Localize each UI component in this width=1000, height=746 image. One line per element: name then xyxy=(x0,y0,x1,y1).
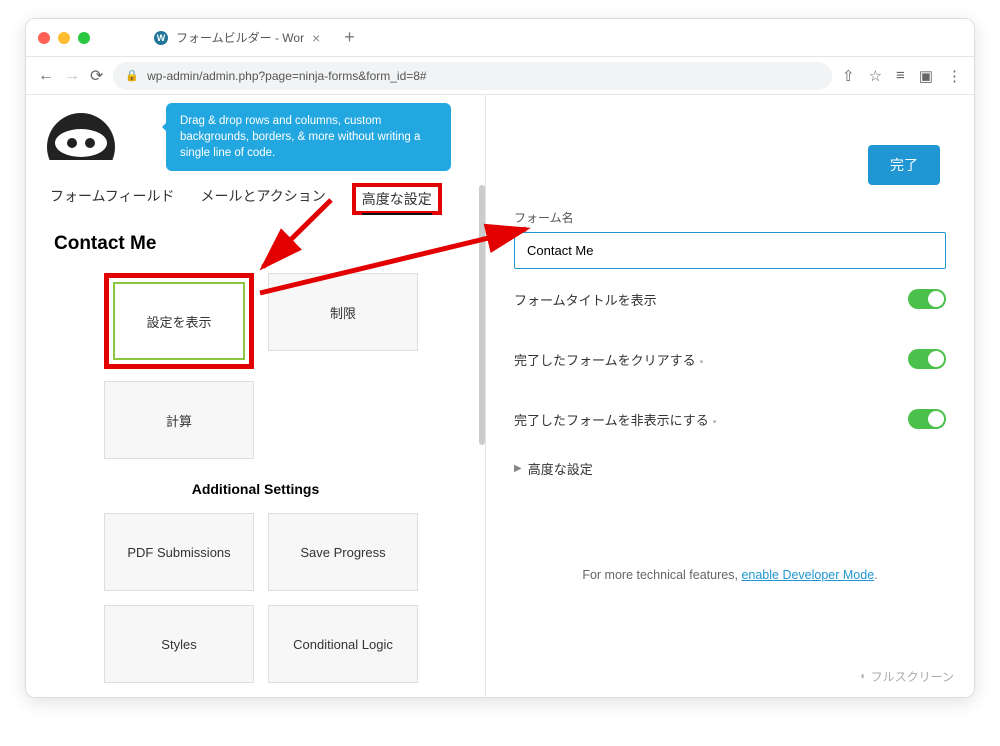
card-pdf-submissions[interactable]: PDF Submissions xyxy=(104,513,254,591)
scrollbar[interactable] xyxy=(479,185,485,445)
enable-dev-mode-link[interactable]: enable Developer Mode xyxy=(741,568,874,582)
window-titlebar: W フォームビルダー - Wor × + xyxy=(26,19,974,57)
menu-icon[interactable]: ⋮ xyxy=(947,67,962,85)
dev-mode-hint: For more technical features, enable Deve… xyxy=(514,568,946,582)
setting-hide-label: 完了したフォームを非表示にする xyxy=(514,413,709,428)
lock-icon: 🔒 xyxy=(125,69,139,82)
tab-form-fields[interactable]: フォームフィールド xyxy=(50,186,174,212)
chevron-right-icon: ▶ xyxy=(514,463,522,474)
fullscreen-link[interactable]: ◐ フルスクリーン xyxy=(861,668,954,685)
tab-advanced[interactable]: 高度な設定 xyxy=(362,191,432,215)
tab-emails-actions[interactable]: メールとアクション xyxy=(200,186,325,212)
maximize-window-button[interactable] xyxy=(78,32,90,44)
reload-button[interactable]: ⟳ xyxy=(90,66,103,86)
additional-settings-heading: Additional Settings xyxy=(26,481,485,497)
tab-title: フォームビルダー - Wor xyxy=(176,29,304,46)
setting-clear-label: 完了したフォームをクリアする xyxy=(514,353,696,368)
forward-button[interactable]: → xyxy=(64,67,80,85)
extensions-icon[interactable]: ▣ xyxy=(919,67,933,85)
url-field[interactable]: 🔒 wp-admin/admin.php?page=ninja-forms&fo… xyxy=(113,62,832,90)
promo-tooltip: Drag & drop rows and columns, custom bac… xyxy=(166,103,451,171)
help-icon[interactable]: ▪ xyxy=(713,416,717,428)
reading-list-icon[interactable]: ≡ xyxy=(896,67,905,85)
minimize-window-button[interactable] xyxy=(58,32,70,44)
ninja-forms-logo xyxy=(36,105,126,160)
form-name-input[interactable] xyxy=(514,232,946,269)
back-button[interactable]: ← xyxy=(38,67,54,85)
wordpress-icon: W xyxy=(154,31,168,45)
new-tab-button[interactable]: + xyxy=(344,27,355,48)
done-button[interactable]: 完了 xyxy=(868,145,940,185)
toggle-clear[interactable] xyxy=(908,349,946,369)
help-icon[interactable]: ▪ xyxy=(700,356,704,368)
fullscreen-icon: ◐ xyxy=(861,671,867,682)
advanced-settings-toggle[interactable]: ▶ 高度な設定 xyxy=(514,459,946,478)
card-restrictions[interactable]: 制限 xyxy=(268,273,418,351)
toggle-show-title[interactable] xyxy=(908,289,946,309)
star-icon[interactable]: ☆ xyxy=(869,67,882,85)
card-save-progress[interactable]: Save Progress xyxy=(268,513,418,591)
close-window-button[interactable] xyxy=(38,32,50,44)
card-conditional-logic[interactable]: Conditional Logic xyxy=(268,605,418,683)
form-name-label: フォーム名 xyxy=(514,209,946,226)
close-tab-icon[interactable]: × xyxy=(312,30,320,46)
card-display-settings[interactable]: 設定を表示 xyxy=(113,282,245,360)
share-icon[interactable]: ⇧ xyxy=(842,67,855,85)
card-calculations[interactable]: 計算 xyxy=(104,381,254,459)
browser-tab[interactable]: W フォームビルダー - Wor × xyxy=(140,23,334,52)
setting-show-title-label: フォームタイトルを表示 xyxy=(514,290,657,309)
card-styles[interactable]: Styles xyxy=(104,605,254,683)
url-text: wp-admin/admin.php?page=ninja-forms&form… xyxy=(147,69,427,83)
toggle-hide[interactable] xyxy=(908,409,946,429)
address-bar: ← → ⟳ 🔒 wp-admin/admin.php?page=ninja-fo… xyxy=(26,57,974,95)
form-title: Contact Me xyxy=(54,233,485,255)
